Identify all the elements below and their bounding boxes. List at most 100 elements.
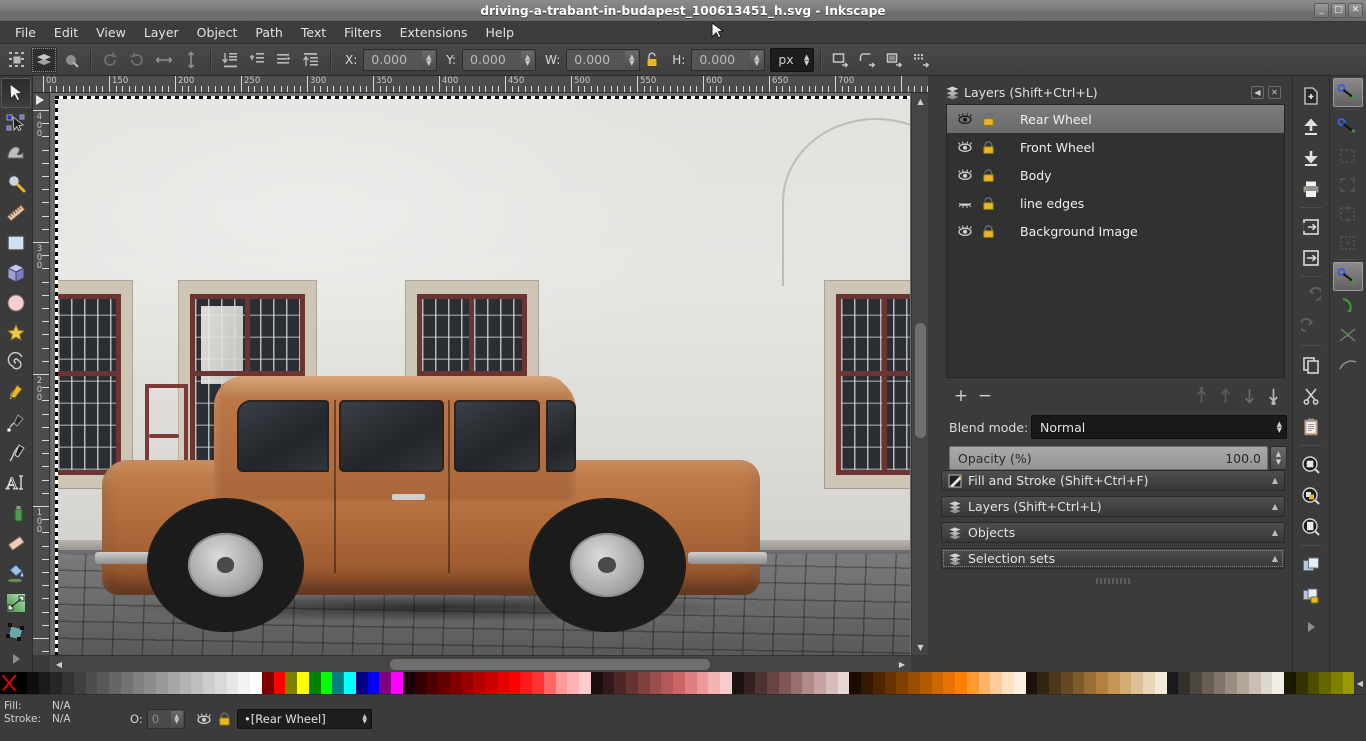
palette-swatch[interactable] (1096, 672, 1108, 694)
text-tool[interactable]: A (1, 468, 31, 498)
y-field[interactable]: ▲▼ (462, 48, 537, 71)
palette-swatch[interactable] (38, 672, 51, 694)
collapse-triangle-icon[interactable]: ▲ (1272, 502, 1278, 511)
palette-swatch[interactable] (555, 672, 568, 694)
palette-swatch[interactable] (320, 672, 333, 694)
palette-swatch[interactable] (943, 672, 955, 694)
palette-swatch[interactable] (696, 672, 709, 694)
palette-swatch[interactable] (1049, 672, 1061, 694)
duplicate-icon[interactable] (1295, 549, 1327, 580)
menu-extensions[interactable]: Extensions (391, 23, 477, 42)
menu-layer[interactable]: Layer (135, 23, 188, 42)
palette-swatch[interactable] (1213, 672, 1226, 694)
palette-swatch[interactable] (73, 672, 86, 694)
zoom-tool[interactable] (1, 168, 31, 198)
lock-open-icon[interactable] (975, 168, 1001, 183)
selector-tool[interactable] (1, 78, 31, 108)
palette-swatch[interactable] (567, 672, 579, 694)
import-icon[interactable] (1295, 211, 1327, 242)
palette-swatch[interactable] (355, 672, 368, 694)
palette-swatch[interactable] (661, 672, 673, 694)
palette-swatch[interactable] (1272, 672, 1284, 694)
palette-swatch[interactable] (1013, 672, 1026, 694)
palette-swatch[interactable] (308, 672, 321, 694)
palette-swatch[interactable] (132, 672, 145, 694)
canvas[interactable] (50, 93, 928, 655)
palette-swatch[interactable] (814, 672, 826, 694)
raise-to-top-icon[interactable] (298, 47, 324, 73)
palette-swatches[interactable] (15, 672, 1355, 694)
palette-swatch[interactable] (1143, 672, 1155, 694)
palette-swatch[interactable] (755, 672, 767, 694)
fill-stroke-indicator[interactable]: Fill: N/A Stroke: N/A (4, 700, 124, 726)
redo-icon[interactable] (1295, 311, 1327, 342)
trabant-car[interactable] (95, 376, 767, 632)
dialog-bar-objects[interactable]: Objects ▲ (941, 522, 1285, 543)
lock-aspect-ratio-icon[interactable] (641, 48, 663, 72)
star-tool[interactable] (1, 318, 31, 348)
add-layer-button[interactable]: + (949, 385, 973, 407)
palette-swatch[interactable] (778, 672, 791, 694)
palette-swatch[interactable] (673, 672, 685, 694)
palette-swatch[interactable] (179, 672, 192, 694)
menu-edit[interactable]: Edit (45, 23, 87, 42)
palette-swatch[interactable] (743, 672, 756, 694)
unit-selector[interactable]: px ▲ ▼ (770, 47, 815, 72)
eye-icon[interactable] (955, 141, 975, 153)
palette-swatch[interactable] (485, 672, 497, 694)
palette-swatch[interactable] (825, 672, 838, 694)
palette-swatch[interactable] (837, 672, 850, 694)
front-wheel[interactable] (148, 498, 303, 632)
close-dialog-button[interactable]: ✕ (1268, 85, 1281, 99)
snap-nodes-paths-icon[interactable] (1333, 262, 1363, 291)
ellipse-tool[interactable] (1, 288, 31, 318)
palette-swatch[interactable] (919, 672, 932, 694)
palette-swatch[interactable] (1060, 672, 1073, 694)
palette-swatch[interactable] (226, 672, 239, 694)
palette-swatch[interactable] (297, 672, 309, 694)
palette-swatch[interactable] (1002, 672, 1014, 694)
palette-swatch[interactable] (367, 672, 380, 694)
menu-file[interactable]: File (6, 23, 45, 42)
palette-swatch[interactable] (156, 672, 168, 694)
palette-swatch[interactable] (861, 672, 873, 694)
palette-swatch[interactable] (626, 672, 638, 694)
raise-one-step-icon[interactable] (271, 47, 297, 73)
maximize-button[interactable]: □ (1331, 3, 1346, 18)
palette-swatch[interactable] (238, 672, 250, 694)
palette-swatch[interactable] (344, 672, 356, 694)
palette-swatch[interactable] (532, 672, 544, 694)
palette-swatch[interactable] (1248, 672, 1261, 694)
current-layer-select[interactable]: •[Rear Wheel] ▲ ▼ (237, 709, 372, 729)
collapse-triangle-icon[interactable]: ▲ (1272, 528, 1278, 537)
menu-help[interactable]: Help (477, 23, 524, 42)
palette-swatch[interactable] (978, 672, 991, 694)
palette-swatch[interactable] (391, 672, 403, 694)
palette-swatch[interactable] (614, 672, 626, 694)
palette-swatch[interactable] (872, 672, 885, 694)
lower-one-step-icon[interactable] (244, 47, 270, 73)
remove-layer-button[interactable]: − (973, 385, 997, 407)
horizontal-scroll-thumb[interactable] (390, 659, 710, 670)
canvas-vertical-scrollbar[interactable]: ▲ ▼ (911, 93, 928, 655)
palette-swatch[interactable] (414, 672, 427, 694)
snap-bbox-edges-icon[interactable] (1333, 141, 1363, 170)
more-commands-icon[interactable] (1295, 611, 1327, 642)
scroll-left-arrow-icon[interactable]: ◀ (52, 656, 66, 673)
palette-swatch[interactable] (637, 672, 650, 694)
dock-resize-grip[interactable] (1096, 578, 1132, 584)
palette-swatch[interactable] (473, 672, 485, 694)
flip-vertical-icon[interactable] (178, 47, 204, 73)
horizontal-ruler[interactable]: 00 150 200 250 300 350 400 450 500 550 600 650 700 (33, 76, 928, 93)
calligraphy-tool[interactable] (1, 438, 31, 468)
palette-swatch[interactable] (1201, 672, 1214, 694)
collapse-triangle-icon[interactable]: ▲ (1272, 476, 1278, 485)
lock-closed-icon[interactable] (975, 224, 1001, 239)
lower-layer-button[interactable] (1237, 385, 1261, 407)
copy-icon[interactable] (1295, 349, 1327, 380)
palette-swatch[interactable] (273, 672, 286, 694)
palette-swatch[interactable] (1084, 672, 1096, 694)
palette-swatch[interactable] (1107, 672, 1120, 694)
eye-icon[interactable] (196, 713, 212, 725)
palette-swatch[interactable] (379, 672, 391, 694)
